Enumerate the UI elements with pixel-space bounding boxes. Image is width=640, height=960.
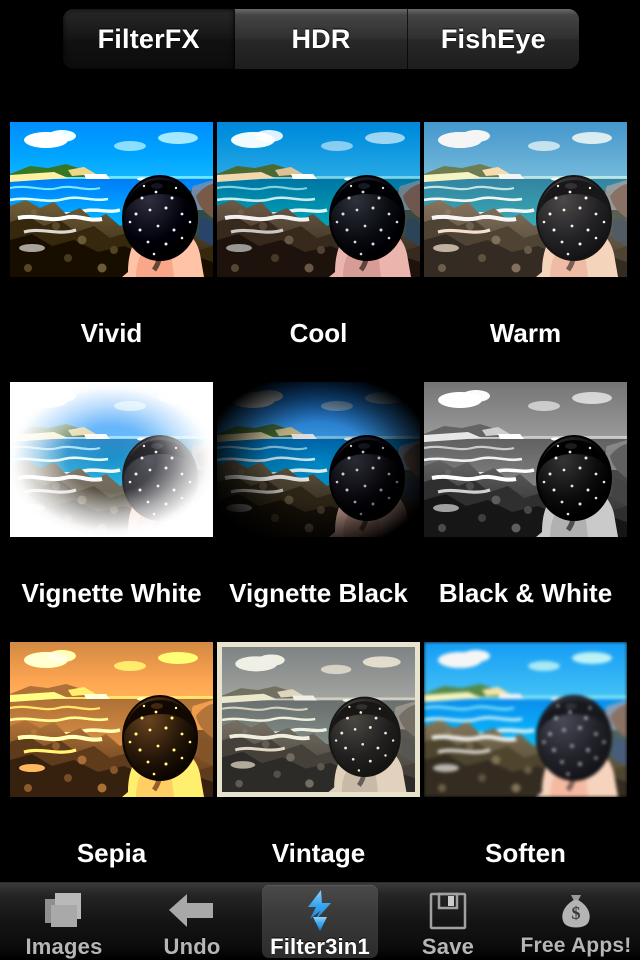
coastal-scene-artwork bbox=[10, 642, 213, 797]
coastal-scene-artwork bbox=[10, 382, 213, 537]
coastal-scene-artwork bbox=[424, 642, 627, 797]
tab-free-apps-label: Free Apps! bbox=[520, 934, 632, 957]
photo-stack-icon bbox=[42, 888, 86, 934]
coastal-scene-artwork bbox=[424, 382, 627, 537]
tab-free-apps[interactable]: $ Free Apps! bbox=[512, 883, 640, 960]
filter-thumbnail[interactable] bbox=[424, 122, 627, 277]
filter-grid: Vivid Cool Warm Vignette White Vignette … bbox=[0, 110, 640, 890]
segment-filterfx[interactable]: FilterFX bbox=[63, 9, 236, 69]
tab-filter3in1-label: Filter3in1 bbox=[270, 934, 370, 959]
mode-segmented-control[interactable]: FilterFX HDR FishEye bbox=[62, 8, 580, 70]
filter-label: Vivid bbox=[80, 318, 143, 348]
filter-label: Vignette White bbox=[21, 578, 202, 608]
filter-preview-image bbox=[217, 122, 420, 277]
filter-preview-image bbox=[222, 647, 415, 792]
coastal-scene-artwork bbox=[10, 122, 213, 277]
filter-label: Black & White bbox=[438, 578, 613, 608]
filter-cell[interactable]: Sepia bbox=[10, 642, 213, 868]
filter-thumbnail[interactable] bbox=[10, 642, 213, 797]
money-bag-icon: $ bbox=[555, 888, 597, 934]
coastal-scene-artwork bbox=[217, 122, 420, 277]
filter-row: Vivid Cool Warm bbox=[0, 110, 640, 370]
app-root: FilterFX HDR FishEye Vivid Cool Warm Vig… bbox=[0, 0, 640, 960]
filter-preview-image bbox=[217, 382, 420, 537]
filter-thumbnail[interactable] bbox=[424, 382, 627, 537]
filter-thumbnail[interactable] bbox=[10, 122, 213, 277]
filter-cell[interactable]: Soften bbox=[424, 642, 627, 868]
segment-fisheye[interactable]: FishEye bbox=[407, 9, 579, 69]
filter-cell[interactable]: Black & White bbox=[424, 382, 627, 608]
filter-cell[interactable]: Vintage bbox=[217, 642, 420, 868]
svg-text:$: $ bbox=[572, 903, 581, 923]
filter-label: Vintage bbox=[271, 838, 366, 868]
filter-label: Cool bbox=[289, 318, 348, 348]
tab-undo[interactable]: Undo bbox=[128, 883, 256, 960]
segment-hdr-label: HDR bbox=[291, 23, 351, 54]
filter-preview-image bbox=[424, 642, 627, 797]
tab-save-label: Save bbox=[421, 934, 475, 959]
lightning-bolt-icon bbox=[301, 888, 339, 934]
filter-thumbnail[interactable] bbox=[424, 642, 627, 797]
arrow-left-icon bbox=[167, 888, 217, 934]
filter-cell[interactable]: Vignette Black bbox=[217, 382, 420, 608]
filter-cell[interactable]: Cool bbox=[217, 122, 420, 348]
filter-cell[interactable]: Vivid bbox=[10, 122, 213, 348]
coastal-scene-artwork bbox=[424, 122, 627, 277]
segment-fisheye-label: FishEye bbox=[440, 23, 546, 54]
segment-hdr[interactable]: HDR bbox=[235, 9, 408, 69]
floppy-disk-icon bbox=[427, 888, 469, 934]
filter-row: Sepia Vintage Soften bbox=[0, 630, 640, 890]
filter-label: Soften bbox=[485, 838, 566, 868]
filter-thumbnail[interactable] bbox=[217, 642, 420, 797]
segment-filterfx-label: FilterFX bbox=[97, 23, 200, 54]
filter-preview-image bbox=[10, 382, 213, 537]
coastal-scene-artwork bbox=[217, 382, 420, 537]
filter-preview-image bbox=[10, 122, 213, 277]
filter-thumbnail[interactable] bbox=[10, 382, 213, 537]
filter-preview-image bbox=[10, 642, 213, 797]
filter-cell[interactable]: Vignette White bbox=[10, 382, 213, 608]
filter-preview-image bbox=[424, 122, 627, 277]
filter-cell[interactable]: Warm bbox=[424, 122, 627, 348]
bottom-tab-bar: Images Undo Filter3in1 Save $ Free Apps! bbox=[0, 882, 640, 960]
tab-filter3in1[interactable]: Filter3in1 bbox=[256, 883, 384, 960]
filter-label: Vignette Black bbox=[229, 578, 408, 608]
filter-preview-image bbox=[424, 382, 627, 537]
filter-thumbnail[interactable] bbox=[217, 122, 420, 277]
tab-images[interactable]: Images bbox=[0, 883, 128, 960]
filter-thumbnail[interactable] bbox=[217, 382, 420, 537]
filter-row: Vignette White Vignette Black Black & Wh… bbox=[0, 370, 640, 630]
tab-images-label: Images bbox=[25, 934, 103, 959]
coastal-scene-artwork bbox=[222, 647, 415, 792]
filter-label: Warm bbox=[489, 318, 562, 348]
tab-save[interactable]: Save bbox=[384, 883, 512, 960]
filter-label: Sepia bbox=[76, 838, 147, 868]
tab-undo-label: Undo bbox=[163, 934, 221, 959]
